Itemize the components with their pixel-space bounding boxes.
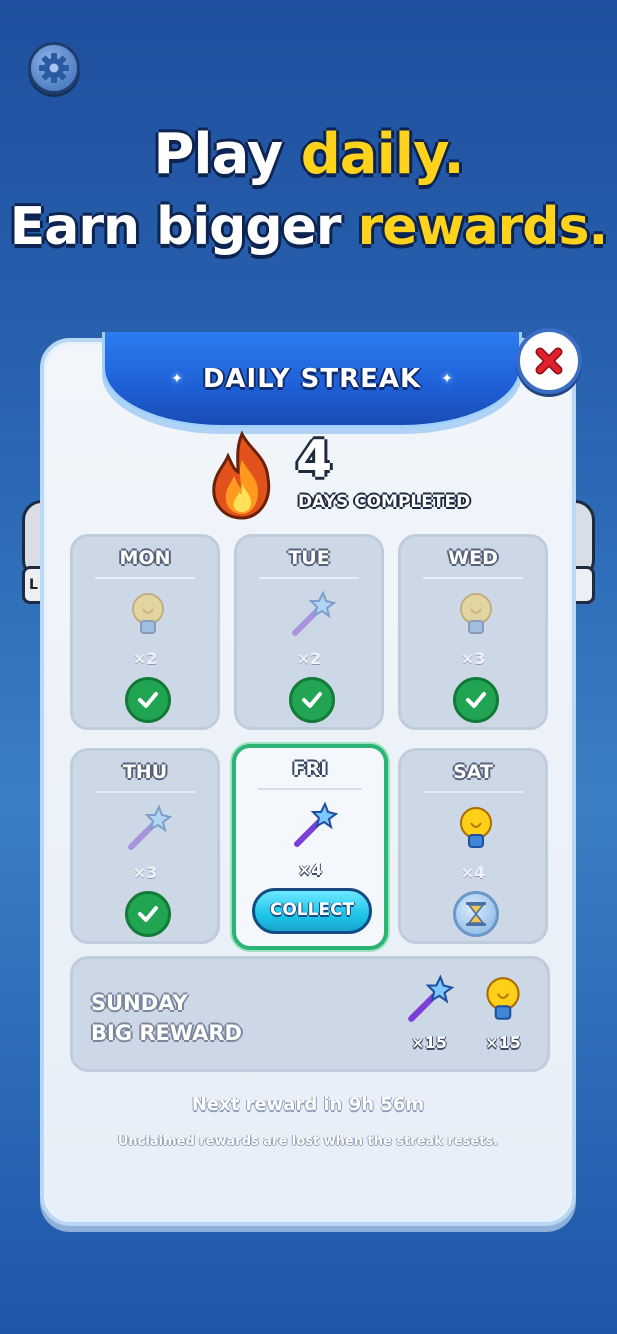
- completed-check: [289, 677, 335, 723]
- day-label: MON: [119, 547, 171, 569]
- reward-quantity: ×15: [411, 1033, 447, 1052]
- sparkle-icon: ✦: [441, 370, 453, 387]
- hourglass-icon: [466, 902, 486, 926]
- daily-streak-dialog: ✦ DAILY STREAK ✦ 4 DAYS COMPLETED MON ×2: [40, 328, 582, 1226]
- next-reward-timer: Next reward in 9h 56m: [191, 1094, 425, 1115]
- day-label: THU: [122, 761, 168, 783]
- close-button[interactable]: [516, 328, 582, 394]
- completed-check: [125, 891, 171, 937]
- checkmark-icon: [138, 692, 158, 708]
- reward-quantity: ×2: [296, 649, 322, 668]
- checkmark-icon: [466, 692, 486, 708]
- day-card-fri: FRI ×4 COLLECT: [232, 744, 388, 950]
- streak-count: 4: [296, 430, 333, 490]
- divider: [95, 577, 195, 579]
- day-label: TUE: [288, 547, 330, 569]
- settings-button[interactable]: [28, 42, 80, 94]
- checkmark-icon: [302, 692, 322, 708]
- reward-quantity: ×4: [297, 860, 323, 879]
- streak-counter: 4 DAYS COMPLETED: [204, 430, 504, 526]
- magic-wand-icon: [128, 804, 173, 850]
- day-card-thu: THU ×3: [70, 748, 220, 944]
- day-label: WED: [448, 547, 498, 569]
- streak-label: DAYS COMPLETED: [298, 492, 471, 512]
- magic-wand-icon: [292, 590, 337, 636]
- checkmark-icon: [138, 906, 158, 922]
- magic-wand-icon: [408, 974, 455, 1022]
- lightbulb-icon: [486, 977, 520, 1020]
- sunday-label: SUNDAY: [91, 991, 188, 1015]
- day-card-tue: TUE ×2: [234, 534, 384, 730]
- completed-check: [125, 677, 171, 723]
- day-card-wed: WED ×3: [398, 534, 548, 730]
- headline-line2-highlight: rewards.: [357, 197, 609, 257]
- gear-icon: [39, 53, 69, 83]
- dialog-title: DAILY STREAK: [202, 363, 422, 394]
- completed-check: [453, 677, 499, 723]
- dialog-header-banner: ✦ DAILY STREAK ✦: [102, 332, 522, 428]
- sparkle-icon: ✦: [171, 370, 183, 387]
- reward-quantity: ×3: [132, 863, 158, 882]
- sunday-big-reward: SUNDAY BIG REWARD ×15 ×15: [70, 956, 550, 1072]
- lightbulb-icon: [460, 807, 492, 848]
- day-card-sat: SAT ×4: [398, 748, 548, 944]
- collect-button[interactable]: COLLECT: [252, 888, 372, 934]
- day-label: FRI: [292, 758, 328, 780]
- day-card-mon: MON ×2: [70, 534, 220, 730]
- headline-line1-highlight: daily.: [300, 122, 465, 187]
- reward-quantity: ×4: [460, 863, 486, 882]
- reward-quantity: ×2: [132, 649, 158, 668]
- day-label: SAT: [453, 761, 493, 783]
- streak-warning: Unclaimed rewards are lost when the stre…: [117, 1134, 499, 1149]
- divider: [423, 577, 523, 579]
- flame-icon: [212, 430, 271, 520]
- reward-quantity: ×15: [485, 1033, 521, 1052]
- headline-line2: Earn bigger: [9, 197, 358, 257]
- divider: [259, 577, 359, 579]
- big-reward-label: BIG REWARD: [91, 1021, 242, 1045]
- divider: [258, 788, 362, 790]
- close-icon: [535, 347, 563, 375]
- lightbulb-icon: [460, 593, 492, 634]
- reward-quantity: ×3: [460, 649, 486, 668]
- promo-headline: Play daily. Earn bigger rewards.: [0, 120, 617, 264]
- pending-badge: [453, 891, 499, 937]
- magic-wand-icon: [294, 801, 339, 847]
- divider: [95, 791, 195, 793]
- divider: [423, 791, 523, 793]
- lightbulb-icon: [132, 593, 164, 634]
- headline-line1: Play: [153, 122, 301, 187]
